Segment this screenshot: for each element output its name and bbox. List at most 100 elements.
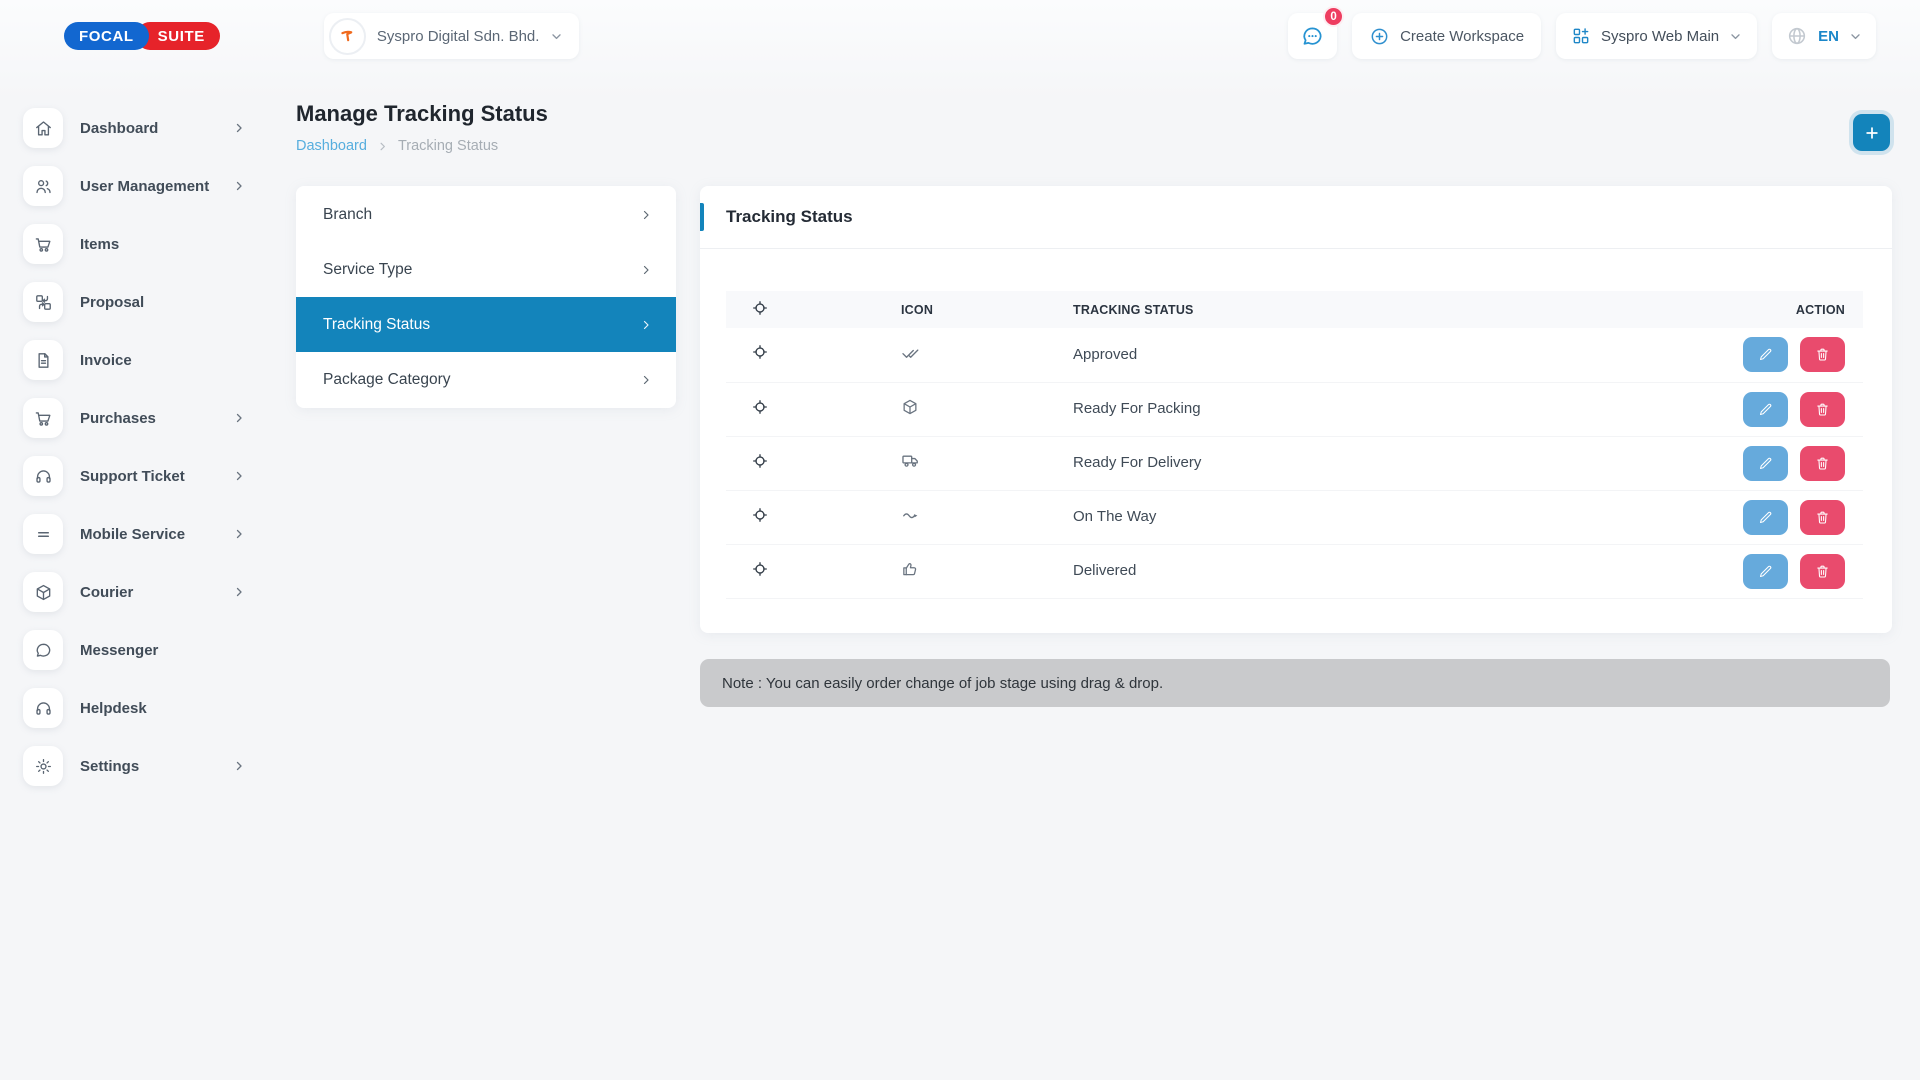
chevron-down-icon bbox=[1849, 30, 1862, 43]
chevron-right-icon bbox=[233, 528, 245, 540]
status-label: On The Way bbox=[1073, 508, 1156, 525]
sidebar-item-purchases[interactable]: Purchases bbox=[23, 398, 245, 438]
delete-button[interactable] bbox=[1800, 446, 1845, 481]
sidebar-item-support-ticket[interactable]: Support Ticket bbox=[23, 456, 245, 496]
pencil-icon bbox=[1758, 456, 1773, 471]
workspace-logo-icon bbox=[329, 18, 366, 55]
submenu-item-tracking-status[interactable]: Tracking Status bbox=[296, 297, 676, 352]
chevron-right-icon bbox=[640, 209, 652, 221]
chat-bubble-icon bbox=[1300, 24, 1325, 49]
app-selector-label: Syspro Web Main bbox=[1601, 28, 1719, 45]
top-right-actions: 0 Create Workspace Syspro Web Mai bbox=[1288, 13, 1876, 59]
column-header-action: ACTION bbox=[1693, 291, 1863, 328]
chevron-right-icon bbox=[233, 470, 245, 482]
chevron-right-icon bbox=[233, 760, 245, 772]
submenu-item-package-category[interactable]: Package Category bbox=[296, 352, 676, 407]
package-icon bbox=[23, 572, 63, 612]
chat-button[interactable]: 0 bbox=[1288, 13, 1337, 59]
delete-button[interactable] bbox=[1800, 554, 1845, 589]
chat-bubble-icon bbox=[23, 630, 63, 670]
delete-button[interactable] bbox=[1800, 337, 1845, 372]
sidebar-item-mobile-service[interactable]: Mobile Service bbox=[23, 514, 245, 554]
chevron-right-icon bbox=[640, 264, 652, 276]
workspace-selector[interactable]: Syspro Digital Sdn. Bhd. bbox=[324, 13, 580, 59]
chevron-right-icon bbox=[233, 180, 245, 192]
app-root: FOCAL SUITE Syspro Digital Sdn. Bhd. bbox=[0, 0, 1920, 1080]
chevron-right-icon bbox=[377, 141, 388, 152]
status-label: Approved bbox=[1073, 346, 1137, 363]
page-title: Manage Tracking Status bbox=[296, 101, 548, 127]
brand-logo: FOCAL SUITE bbox=[64, 22, 220, 50]
trash-icon bbox=[1815, 564, 1830, 579]
edit-button[interactable] bbox=[1743, 337, 1788, 372]
move-icon bbox=[752, 300, 768, 316]
status-label: Ready For Delivery bbox=[1073, 454, 1201, 471]
panel-header: Tracking Status bbox=[700, 186, 1892, 248]
home-icon bbox=[23, 108, 63, 148]
package-icon bbox=[901, 398, 919, 416]
trash-icon bbox=[1815, 347, 1830, 362]
truck-icon bbox=[901, 451, 920, 470]
sidebar-item-messenger[interactable]: Messenger bbox=[23, 630, 245, 670]
drag-handle-icon[interactable] bbox=[752, 561, 768, 577]
pencil-icon bbox=[1758, 402, 1773, 417]
drag-handle-icon[interactable] bbox=[752, 507, 768, 523]
table-row: Delivered bbox=[726, 544, 1863, 598]
chevron-right-icon bbox=[233, 122, 245, 134]
breadcrumb-dashboard-link[interactable]: Dashboard bbox=[296, 138, 367, 154]
route-wave-icon bbox=[901, 505, 920, 524]
language-code: EN bbox=[1818, 28, 1839, 45]
headset-icon bbox=[23, 688, 63, 728]
brand-logo-left: FOCAL bbox=[64, 22, 149, 50]
drag-handle-icon[interactable] bbox=[752, 344, 768, 360]
cart-icon bbox=[23, 224, 63, 264]
submenu-item-service-type[interactable]: Service Type bbox=[296, 242, 676, 297]
app-selector[interactable]: Syspro Web Main bbox=[1556, 13, 1757, 59]
edit-button[interactable] bbox=[1743, 554, 1788, 589]
trash-icon bbox=[1815, 510, 1830, 525]
trash-icon bbox=[1815, 402, 1830, 417]
workspace-name: Syspro Digital Sdn. Bhd. bbox=[377, 28, 540, 45]
tracking-status-table: ICON TRACKING STATUS ACTION Approved bbox=[700, 249, 1892, 599]
sidebar-item-settings[interactable]: Settings bbox=[23, 746, 245, 786]
add-tracking-status-button[interactable] bbox=[1853, 114, 1890, 151]
sidebar-item-courier[interactable]: Courier bbox=[23, 572, 245, 612]
tracking-status-panel: Tracking Status ICON TRACKING STATUS AC bbox=[700, 186, 1892, 633]
chevron-right-icon bbox=[233, 412, 245, 424]
drag-handle-icon[interactable] bbox=[752, 399, 768, 415]
gear-icon bbox=[23, 746, 63, 786]
breadcrumb: Dashboard Tracking Status bbox=[296, 138, 498, 154]
sidebar-item-dashboard[interactable]: Dashboard bbox=[23, 108, 245, 148]
edit-button[interactable] bbox=[1743, 500, 1788, 535]
thumbs-up-icon bbox=[901, 560, 919, 578]
edit-button[interactable] bbox=[1743, 446, 1788, 481]
table-row: Ready For Packing bbox=[726, 382, 1863, 436]
sidebar-item-proposal[interactable]: Proposal bbox=[23, 282, 245, 322]
sidebar: Dashboard User Management Items Proposal bbox=[23, 108, 245, 804]
panel-title: Tracking Status bbox=[726, 207, 853, 227]
plus-circle-icon bbox=[1369, 26, 1390, 47]
sidebar-item-items[interactable]: Items bbox=[23, 224, 245, 264]
table-row: On The Way bbox=[726, 490, 1863, 544]
chevron-right-icon bbox=[233, 586, 245, 598]
globe-icon bbox=[1786, 25, 1808, 47]
chevron-down-icon bbox=[1729, 30, 1742, 43]
language-selector[interactable]: EN bbox=[1772, 13, 1876, 59]
create-workspace-button[interactable]: Create Workspace bbox=[1352, 13, 1541, 59]
sidebar-item-user-management[interactable]: User Management bbox=[23, 166, 245, 206]
top-bar: FOCAL SUITE Syspro Digital Sdn. Bhd. bbox=[0, 0, 1920, 64]
sidebar-item-helpdesk[interactable]: Helpdesk bbox=[23, 688, 245, 728]
document-icon bbox=[23, 340, 63, 380]
table-header-row: ICON TRACKING STATUS ACTION bbox=[726, 291, 1863, 328]
drag-handle-icon[interactable] bbox=[752, 453, 768, 469]
trash-icon bbox=[1815, 456, 1830, 471]
submenu-item-branch[interactable]: Branch bbox=[296, 187, 676, 242]
delete-button[interactable] bbox=[1800, 500, 1845, 535]
pencil-icon bbox=[1758, 347, 1773, 362]
sidebar-item-invoice[interactable]: Invoice bbox=[23, 340, 245, 380]
column-header-tracking-status: TRACKING STATUS bbox=[1073, 291, 1693, 328]
delete-button[interactable] bbox=[1800, 392, 1845, 427]
status-label: Ready For Packing bbox=[1073, 400, 1201, 417]
settings-submenu: Branch Service Type Tracking Status Pack… bbox=[296, 186, 676, 408]
edit-button[interactable] bbox=[1743, 392, 1788, 427]
